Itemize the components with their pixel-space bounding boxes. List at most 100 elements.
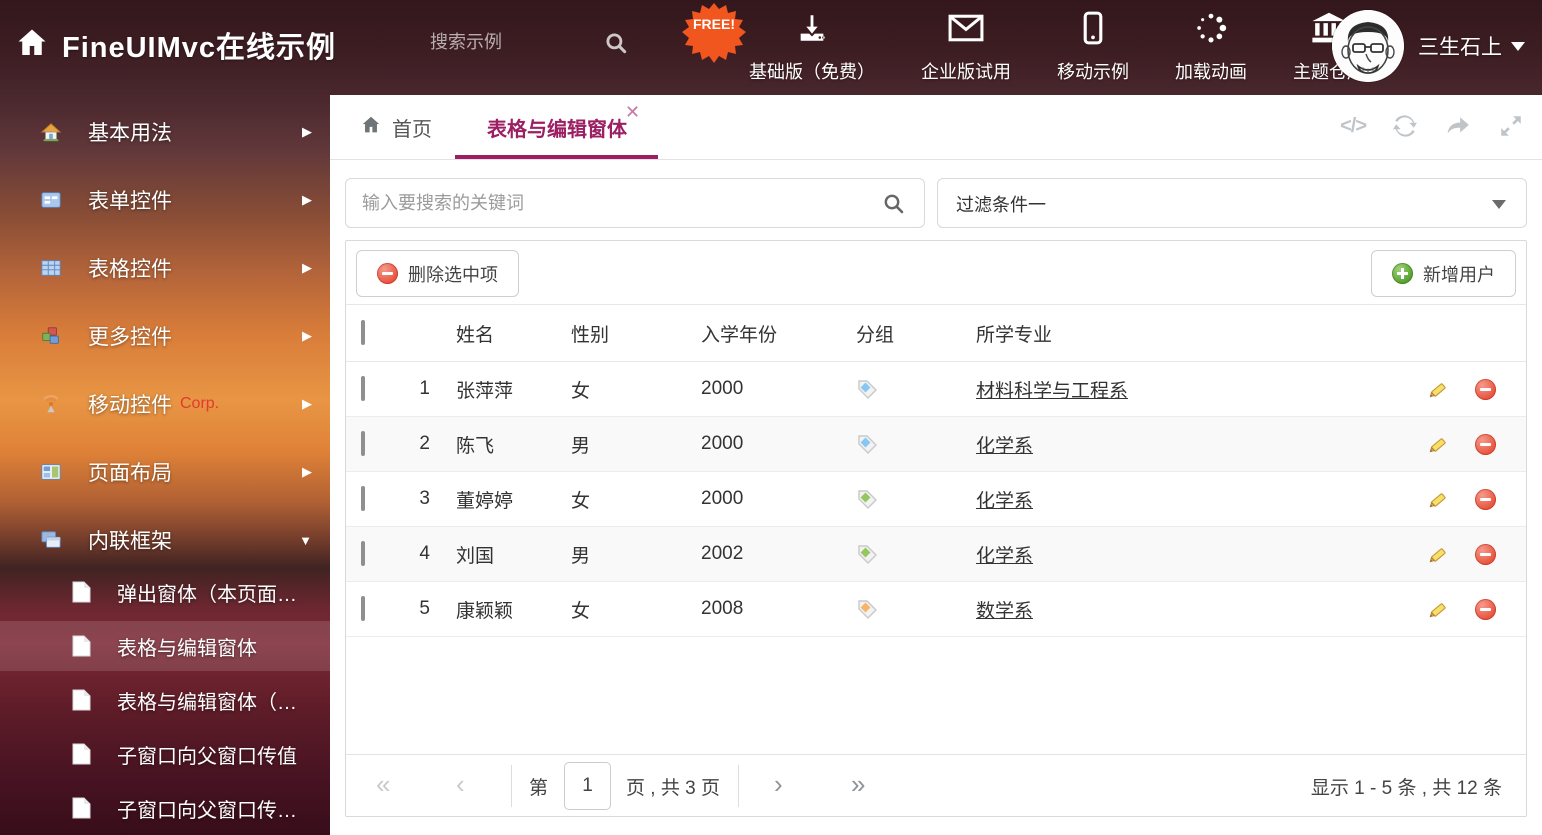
col-header-gender: 性别	[551, 305, 681, 362]
sidebar-item-iframe[interactable]: 内联框架 ▼	[0, 517, 330, 563]
filter-dropdown-value: 过滤条件一	[956, 191, 1046, 217]
page-number-input[interactable]	[564, 762, 611, 810]
delete-row-icon[interactable]	[1475, 489, 1496, 510]
mobile-icon	[1078, 11, 1108, 50]
frames-icon	[40, 529, 62, 551]
blocks-icon	[40, 325, 62, 347]
pagination-bar: « ‹ 第 页 , 共 3 页 › » 显示 1 - 5 条 , 共 12 条	[346, 754, 1526, 816]
tag-icon	[856, 598, 878, 620]
file-icon	[72, 689, 91, 711]
first-page-icon[interactable]: «	[376, 769, 390, 800]
user-menu[interactable]: 三生石上	[1332, 10, 1525, 82]
edit-pencil-icon[interactable]	[1426, 378, 1449, 401]
sidebar-subitem-child-to-parent-2[interactable]: 子窗口向父窗口传值...	[0, 783, 330, 833]
sidebar-subitem-grid-edit-window-2[interactable]: 表格与编辑窗体（不...	[0, 675, 330, 725]
search-icon[interactable]	[882, 192, 906, 221]
page-label-suffix: 页 , 共 3 页	[626, 773, 720, 800]
view-source-icon[interactable]: </>	[1340, 115, 1366, 138]
cell-name: 董婷婷	[436, 472, 551, 527]
delete-row-icon[interactable]	[1475, 434, 1496, 455]
major-link[interactable]: 化学系	[976, 436, 1033, 457]
nav-enterprise-trial[interactable]: 企业版试用	[898, 11, 1034, 84]
tag-icon	[856, 378, 878, 400]
sidebar-item-page-layout[interactable]: 页面布局 ▶	[0, 449, 330, 495]
sidebar-item-basic-usage[interactable]: 基本用法 ▶	[0, 109, 330, 155]
row-checkbox[interactable]	[361, 486, 365, 511]
row-checkbox[interactable]	[361, 596, 365, 621]
nav-mobile-demo[interactable]: 移动示例	[1034, 11, 1152, 84]
last-page-icon[interactable]: »	[851, 769, 865, 800]
major-link[interactable]: 材料科学与工程系	[976, 381, 1128, 402]
filter-dropdown[interactable]: 过滤条件一	[937, 178, 1527, 228]
sidebar-item-form-controls[interactable]: 表单控件 ▶	[0, 177, 330, 223]
major-link[interactable]: 化学系	[976, 491, 1033, 512]
keyword-search-input[interactable]	[362, 179, 862, 227]
layout-icon	[40, 461, 62, 483]
edit-pencil-icon[interactable]	[1426, 433, 1449, 456]
nav-loading-animation[interactable]: 加载动画	[1152, 11, 1270, 84]
prev-page-icon[interactable]: ‹	[456, 769, 465, 800]
user-caret-icon	[1511, 42, 1525, 51]
cell-year: 2008	[681, 582, 836, 637]
refresh-icon[interactable]	[1392, 113, 1418, 139]
filter-row: 过滤条件一	[345, 178, 1527, 228]
cell-name: 张萍萍	[436, 362, 551, 417]
antenna-icon	[40, 393, 62, 415]
header-search-input[interactable]	[430, 32, 580, 53]
edit-pencil-icon[interactable]	[1426, 488, 1449, 511]
chevron-down-icon: ▼	[299, 533, 312, 548]
app-root: FineUIMvc在线示例 FREE! 基础版（免费） 企业	[0, 0, 1542, 835]
form-icon	[40, 189, 62, 211]
row-checkbox[interactable]	[361, 541, 365, 566]
nav-basic-edition[interactable]: 基础版（免费）	[726, 11, 898, 84]
fullscreen-icon[interactable]	[1498, 113, 1524, 139]
sidebar-item-grid-controls[interactable]: 表格控件 ▶	[0, 245, 330, 291]
sidebar-item-more-controls[interactable]: 更多控件 ▶	[0, 313, 330, 359]
cell-gender: 女	[551, 362, 681, 417]
chevron-right-icon: ▶	[302, 260, 312, 276]
cell-gender: 男	[551, 527, 681, 582]
col-header-major: 所学专业	[956, 305, 1406, 362]
table-row: 5康颖颖女2008数学系	[346, 582, 1526, 637]
sidebar-subitem-popup-window[interactable]: 弹出窗体（本页面或...	[0, 567, 330, 617]
cell-name: 刘国	[436, 527, 551, 582]
tag-icon	[856, 543, 878, 565]
edit-pencil-icon[interactable]	[1426, 598, 1449, 621]
row-checkbox[interactable]	[361, 431, 365, 456]
cell-year: 2002	[681, 527, 836, 582]
next-page-icon[interactable]: ›	[774, 769, 783, 800]
sidebar-subitem-child-to-parent[interactable]: 子窗口向父窗口传值	[0, 729, 330, 779]
table-header-row: 姓名 性别 入学年份 分组 所学专业	[346, 305, 1526, 362]
file-icon	[72, 797, 91, 819]
add-user-button[interactable]: 新增用户	[1371, 250, 1516, 297]
app-title: FineUIMvc在线示例	[62, 24, 336, 66]
logo[interactable]: FineUIMvc在线示例	[14, 24, 336, 66]
tab-close-icon[interactable]: ✕	[625, 103, 640, 121]
cell-year: 2000	[681, 362, 836, 417]
cell-name: 陈飞	[436, 417, 551, 472]
table-icon	[40, 257, 62, 279]
col-header-name: 姓名	[436, 305, 551, 362]
home-tab-icon	[360, 114, 382, 141]
tab-home[interactable]: 首页	[360, 95, 432, 159]
file-icon	[72, 581, 91, 603]
edit-pencil-icon[interactable]	[1426, 543, 1449, 566]
header-search-icon[interactable]	[603, 30, 629, 61]
major-link[interactable]: 数学系	[976, 601, 1033, 622]
delete-row-icon[interactable]	[1475, 599, 1496, 620]
table-row: 1张萍萍女2000材料科学与工程系	[346, 362, 1526, 417]
delete-row-icon[interactable]	[1475, 544, 1496, 565]
corp-badge: Corp.	[180, 395, 219, 413]
record-summary: 显示 1 - 5 条 , 共 12 条	[1311, 773, 1502, 800]
delete-row-icon[interactable]	[1475, 379, 1496, 400]
cell-gender: 女	[551, 582, 681, 637]
row-checkbox[interactable]	[361, 376, 365, 401]
major-link[interactable]: 化学系	[976, 546, 1033, 567]
sidebar-subitem-grid-edit-window[interactable]: 表格与编辑窗体	[0, 621, 330, 671]
chevron-right-icon: ▶	[302, 464, 312, 480]
delete-selected-button[interactable]: 删除选中项	[356, 250, 519, 297]
select-all-checkbox[interactable]	[361, 320, 365, 345]
table-row: 2陈飞男2000化学系	[346, 417, 1526, 472]
share-icon[interactable]	[1444, 113, 1472, 139]
sidebar-item-mobile-controls[interactable]: 移动控件 Corp. ▶	[0, 381, 330, 427]
